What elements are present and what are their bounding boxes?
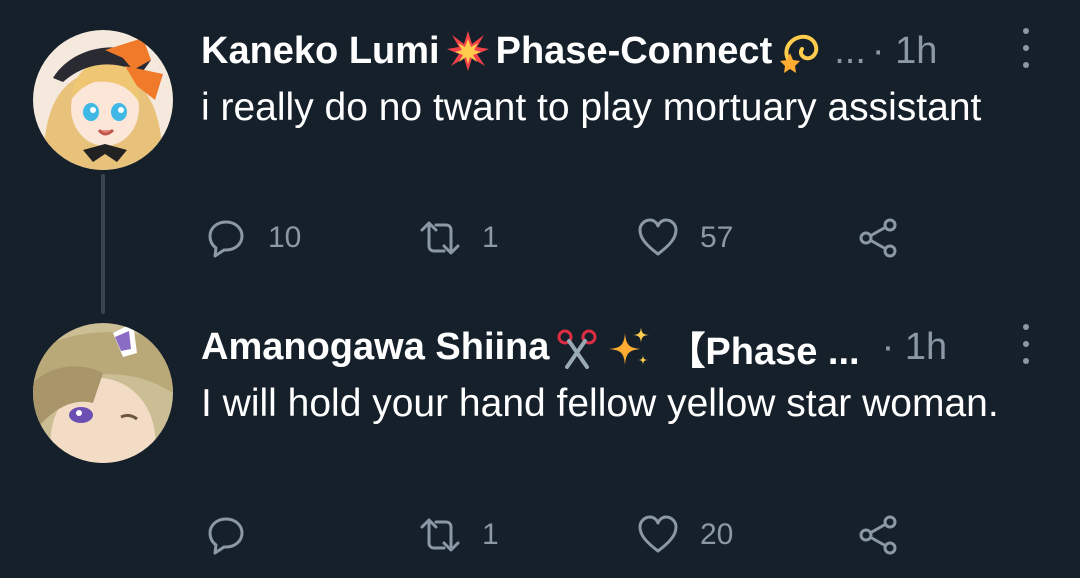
- tweet-kaneko-lumi[interactable]: Kaneko Lumi Phase-Connect ... · 1h i rea…: [0, 0, 1080, 314]
- tweet-amanogawa-shiina[interactable]: Amanogawa Shiina 【Phase ... · 1h I will …: [0, 300, 1080, 578]
- reply-count: 10: [268, 221, 302, 254]
- share-button[interactable]: [856, 213, 900, 263]
- org-name: Phase-Connect: [495, 29, 773, 72]
- share-icon: [859, 515, 897, 555]
- tweet-header: Kaneko Lumi Phase-Connect ... · 1h: [201, 26, 1040, 76]
- avatar-amanogawa-shiina-image: [33, 323, 173, 463]
- tweet-time[interactable]: · 1h: [872, 30, 937, 73]
- reply-button[interactable]: [204, 510, 268, 560]
- org-name: 【Phase ...: [667, 330, 860, 373]
- like-count: 57: [700, 221, 734, 254]
- like-count: 20: [700, 518, 734, 551]
- retweet-button[interactable]: 1: [418, 213, 499, 263]
- tweet-actions: 10 1 57: [0, 213, 1080, 263]
- tweet-actions: 1 20: [0, 510, 1080, 560]
- more-options-icon[interactable]: [1016, 28, 1036, 68]
- avatar[interactable]: [33, 30, 173, 170]
- author-name[interactable]: Amanogawa Shiina: [201, 326, 549, 369]
- dizzy-emoji-icon: [778, 29, 822, 73]
- reply-icon: [208, 517, 244, 555]
- heart-icon: [638, 218, 678, 256]
- retweet-icon: [420, 518, 460, 552]
- retweet-count: 1: [482, 518, 499, 551]
- share-button[interactable]: [856, 510, 900, 560]
- retweet-icon: [420, 221, 460, 255]
- reply-button[interactable]: 10: [204, 213, 301, 263]
- avatar-kaneko-lumi-image: [33, 30, 173, 170]
- share-icon: [859, 218, 897, 258]
- avatar[interactable]: [33, 323, 173, 463]
- tweet-text: i really do no twant to play mortuary as…: [201, 86, 982, 129]
- tweet-header: Amanogawa Shiina 【Phase ... · 1h: [201, 322, 1040, 373]
- retweet-count: 1: [482, 221, 499, 254]
- heart-icon: [638, 515, 678, 553]
- reply-icon: [208, 220, 244, 258]
- more-options-icon[interactable]: [1016, 324, 1036, 364]
- author-name[interactable]: Kaneko Lumi: [201, 30, 440, 73]
- like-button[interactable]: 20: [636, 510, 733, 560]
- retweet-button[interactable]: 1: [418, 510, 499, 560]
- tweet-time[interactable]: · 1h: [882, 326, 947, 369]
- scissors-emoji-icon: [555, 325, 599, 369]
- like-button[interactable]: 57: [636, 213, 733, 263]
- collision-emoji-icon: [446, 29, 490, 73]
- tweet-text: I will hold your hand fellow yellow star…: [201, 382, 999, 425]
- name-truncation: ...: [834, 29, 866, 72]
- sparkles-emoji-icon: [607, 325, 651, 369]
